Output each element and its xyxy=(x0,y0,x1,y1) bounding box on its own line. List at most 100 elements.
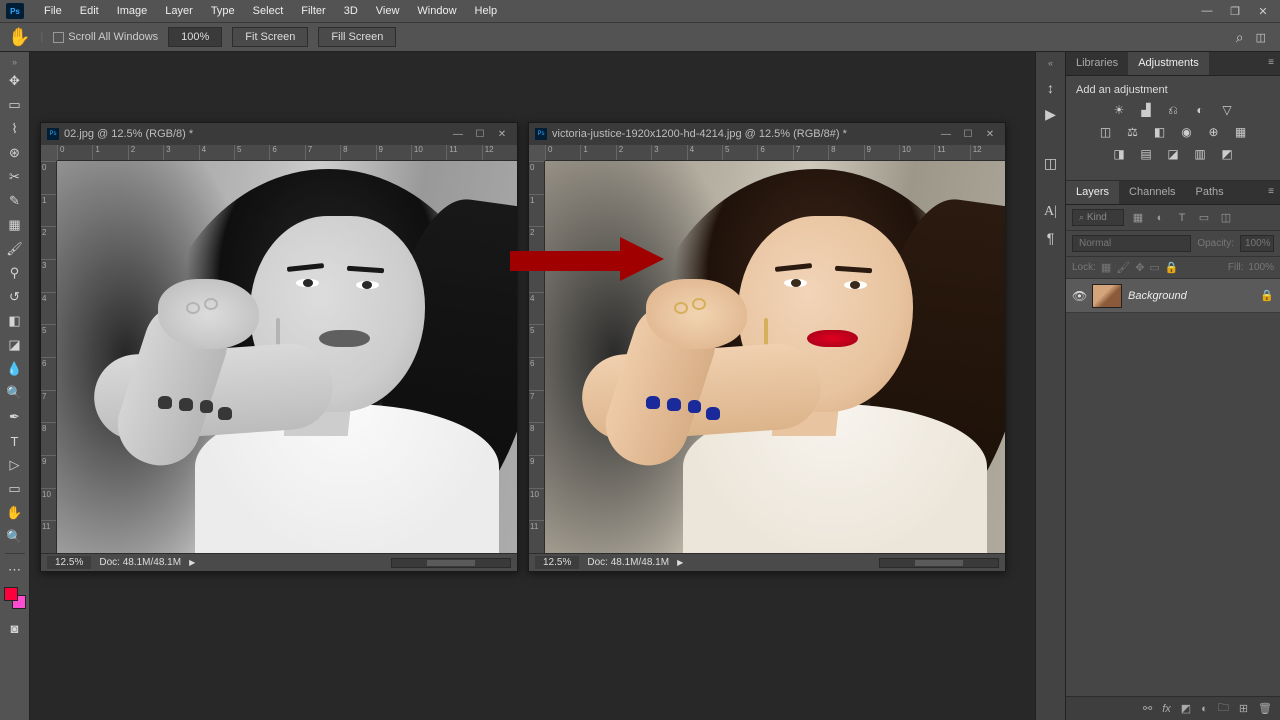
gradient-tool-icon[interactable]: ◪ xyxy=(3,334,27,356)
adj-levels-icon[interactable]: ▟ xyxy=(1137,102,1155,118)
quick-select-tool-icon[interactable]: ⊛ xyxy=(3,142,27,164)
tab-layers[interactable]: Layers xyxy=(1066,181,1119,204)
doc-close-icon[interactable]: ✕ xyxy=(493,129,511,140)
doc1-scrollbar[interactable] xyxy=(391,558,511,568)
fx-icon[interactable]: fx xyxy=(1162,703,1171,715)
lock-transparency-icon[interactable]: ▦ xyxy=(1101,261,1111,274)
fill-screen-button[interactable]: Fill Screen xyxy=(318,27,396,47)
zoom-level-field[interactable]: 100% xyxy=(168,27,222,47)
path-select-tool-icon[interactable]: ▷ xyxy=(3,454,27,476)
menu-layer[interactable]: Layer xyxy=(157,2,201,20)
menu-help[interactable]: Help xyxy=(467,2,506,20)
window-close-icon[interactable]: ✕ xyxy=(1252,3,1274,19)
blur-tool-icon[interactable]: 💧 xyxy=(3,358,27,380)
menu-view[interactable]: View xyxy=(368,2,408,20)
stamp-tool-icon[interactable]: ⚲ xyxy=(3,262,27,284)
quick-mask-icon[interactable]: ◙ xyxy=(3,617,27,639)
panel-menu-icon[interactable]: ≡ xyxy=(1262,52,1280,75)
crop-tool-icon[interactable]: ✂ xyxy=(3,166,27,188)
paragraph-panel-icon[interactable]: ¶ xyxy=(1047,230,1055,246)
window-restore-icon[interactable]: ❐ xyxy=(1224,3,1246,19)
opacity-field[interactable]: 100% xyxy=(1240,235,1274,252)
adj-balance-icon[interactable]: ⚖ xyxy=(1124,124,1142,140)
new-layer-icon[interactable]: ⊞ xyxy=(1239,702,1248,715)
pen-tool-icon[interactable]: ✒ xyxy=(3,406,27,428)
lock-artboard-icon[interactable]: ▭ xyxy=(1150,261,1160,274)
menu-3d[interactable]: 3D xyxy=(336,2,366,20)
doc-minimize-icon[interactable]: — xyxy=(449,129,467,140)
adj-channel-mixer-icon[interactable]: ⊕ xyxy=(1205,124,1223,140)
tab-adjustments[interactable]: Adjustments xyxy=(1128,52,1209,75)
mask-icon[interactable]: ◩ xyxy=(1181,702,1191,715)
doc1-canvas[interactable] xyxy=(57,161,517,553)
history-panel-icon[interactable]: ↕ xyxy=(1047,80,1054,96)
layer-thumbnail[interactable] xyxy=(1092,284,1122,308)
adj-bw-icon[interactable]: ◧ xyxy=(1151,124,1169,140)
character-panel-icon[interactable]: A| xyxy=(1044,204,1057,220)
history-brush-tool-icon[interactable]: ↺ xyxy=(3,286,27,308)
fill-field[interactable]: 100% xyxy=(1248,262,1274,273)
visibility-icon[interactable]: 👁 xyxy=(1072,289,1086,303)
zoom-tool-icon[interactable]: 🔍 xyxy=(3,526,27,548)
lock-all-icon[interactable]: 🔒 xyxy=(1165,261,1179,274)
shape-tool-icon[interactable]: ▭ xyxy=(3,478,27,500)
menu-select[interactable]: Select xyxy=(245,2,292,20)
adj-photo-filter-icon[interactable]: ◉ xyxy=(1178,124,1196,140)
adj-vibrance-icon[interactable]: ▽ xyxy=(1218,102,1236,118)
tab-paths[interactable]: Paths xyxy=(1186,181,1234,204)
ruler-horizontal[interactable]: 0123456789101112 xyxy=(545,145,1005,161)
menu-edit[interactable]: Edit xyxy=(72,2,107,20)
adj-brightness-icon[interactable]: ☀ xyxy=(1110,102,1128,118)
adj-selective-icon[interactable]: ◩ xyxy=(1218,146,1236,162)
eyedropper-tool-icon[interactable]: ✎ xyxy=(3,190,27,212)
doc-maximize-icon[interactable]: ☐ xyxy=(471,129,489,140)
toolbar-expand-icon[interactable]: » xyxy=(3,56,27,68)
document-window-2[interactable]: Ps victoria-justice-1920x1200-hd-4214.jp… xyxy=(528,122,1006,572)
ruler-horizontal[interactable]: 0123456789101112 xyxy=(57,145,517,161)
eraser-tool-icon[interactable]: ◧ xyxy=(3,310,27,332)
tab-channels[interactable]: Channels xyxy=(1119,181,1185,204)
doc-minimize-icon[interactable]: — xyxy=(937,129,955,140)
doc2-scrollbar[interactable] xyxy=(879,558,999,568)
new-adjustment-icon[interactable]: ◐ xyxy=(1201,703,1208,715)
filter-shape-icon[interactable]: ▭ xyxy=(1196,211,1212,224)
adj-threshold-icon[interactable]: ◪ xyxy=(1164,146,1182,162)
type-tool-icon[interactable]: T xyxy=(3,430,27,452)
adj-hue-icon[interactable]: ◫ xyxy=(1097,124,1115,140)
panel-menu-icon[interactable]: ≡ xyxy=(1262,181,1280,204)
menu-filter[interactable]: Filter xyxy=(293,2,333,20)
filter-type-icon[interactable]: T xyxy=(1174,212,1190,224)
move-tool-icon[interactable]: ✥ xyxy=(3,70,27,92)
filter-smart-icon[interactable]: ◫ xyxy=(1218,211,1234,224)
link-layers-icon[interactable]: ⚯ xyxy=(1143,702,1152,715)
menu-image[interactable]: Image xyxy=(109,2,156,20)
edit-toolbar-icon[interactable]: ⋯ xyxy=(3,559,27,581)
marquee-tool-icon[interactable]: ▭ xyxy=(3,94,27,116)
doc1-zoom[interactable]: 12.5% xyxy=(47,556,91,569)
menu-window[interactable]: Window xyxy=(409,2,464,20)
hand-tool-icon[interactable]: ✋ xyxy=(8,27,30,48)
adj-exposure-icon[interactable]: ◐ xyxy=(1191,102,1209,118)
doc-maximize-icon[interactable]: ☐ xyxy=(959,129,977,140)
blend-mode-select[interactable]: Normal xyxy=(1072,235,1191,252)
frame-tool-icon[interactable]: ▦ xyxy=(3,214,27,236)
doc2-zoom[interactable]: 12.5% xyxy=(535,556,579,569)
swatches-panel-icon[interactable]: ◫ xyxy=(1044,155,1057,172)
adj-posterize-icon[interactable]: ▤ xyxy=(1137,146,1155,162)
panel-expand-icon[interactable]: « xyxy=(1048,58,1053,70)
group-icon[interactable]: 🗀 xyxy=(1218,699,1229,718)
delete-icon[interactable]: 🗑 xyxy=(1258,702,1272,715)
menu-type[interactable]: Type xyxy=(203,2,243,20)
window-minimize-icon[interactable]: — xyxy=(1196,3,1218,19)
filter-pixel-icon[interactable]: ▦ xyxy=(1130,211,1146,224)
hand-tool-icon[interactable]: ✋ xyxy=(3,502,27,524)
layer-name[interactable]: Background xyxy=(1128,290,1254,302)
ruler-vertical[interactable]: 01234567891011 xyxy=(529,161,545,553)
dodge-tool-icon[interactable]: 🔍 xyxy=(3,382,27,404)
doc-close-icon[interactable]: ✕ xyxy=(981,129,999,140)
color-swatch[interactable] xyxy=(4,587,26,609)
brush-tool-icon[interactable]: 🖌 xyxy=(3,238,27,260)
ruler-vertical[interactable]: 01234567891011 xyxy=(41,161,57,553)
tab-libraries[interactable]: Libraries xyxy=(1066,52,1128,75)
lock-position-icon[interactable]: ✥ xyxy=(1135,261,1144,274)
